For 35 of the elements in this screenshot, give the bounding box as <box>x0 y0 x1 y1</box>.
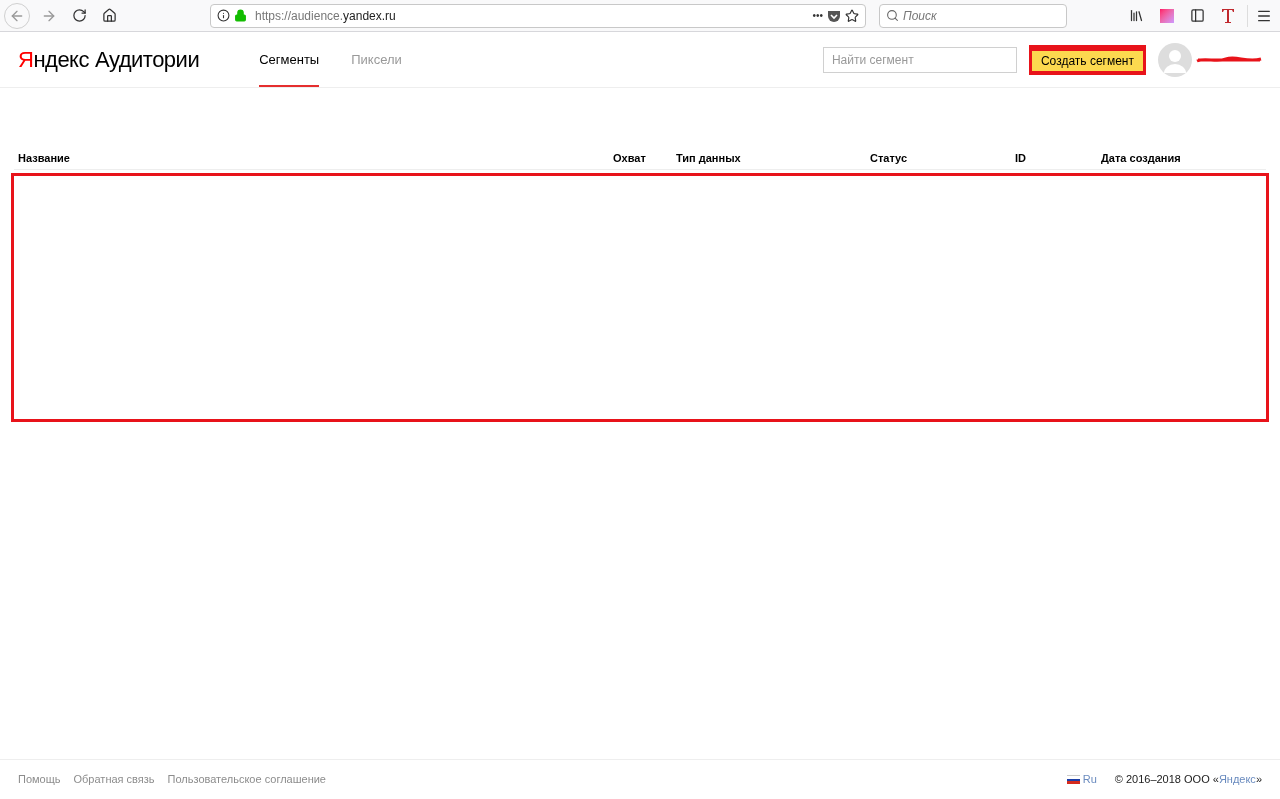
nav-tab[interactable]: Сегменты <box>259 32 320 87</box>
language-link[interactable]: Ru <box>1082 771 1097 788</box>
browser-search-field[interactable]: Поиск <box>879 3 1067 28</box>
address-bar[interactable]: https://audience.yandex.ru ••• <box>210 3 866 28</box>
column-header: ID <box>1015 152 1026 164</box>
search-icon <box>886 9 899 22</box>
column-header: Тип данных <box>676 152 741 164</box>
nav-tab[interactable]: Пиксели <box>351 32 402 87</box>
library-icon[interactable] <box>1129 8 1144 23</box>
sidebar-icon[interactable] <box>1190 8 1205 23</box>
segment-search-field[interactable]: Найти сегмент <box>822 46 1017 73</box>
column-header: Дата создания <box>1101 152 1181 164</box>
url-text: https://audience.yandex.ru <box>255 7 396 25</box>
footer-link[interactable]: Пользовательское соглашение <box>167 771 326 788</box>
extension-icon[interactable] <box>1160 8 1174 23</box>
create-segment-button[interactable]: Создать сегмент <box>1031 50 1143 71</box>
russian-flag-icon <box>1066 775 1080 784</box>
reload-icon <box>71 8 87 23</box>
column-header: Статус <box>870 152 908 164</box>
redaction-scribble <box>1196 54 1262 65</box>
copyright-text: © 2016–2018 ООО «Яндекс» <box>1114 772 1262 788</box>
column-header: Охват <box>613 152 646 164</box>
page-actions-button[interactable]: ••• <box>812 8 823 23</box>
footer-link[interactable]: Обратная связь <box>73 771 155 788</box>
home-icon <box>101 8 117 23</box>
lock-icon <box>234 9 247 22</box>
logo[interactable]: Яндекс Аудитории <box>18 32 200 87</box>
serif-t-icon[interactable] <box>1221 7 1235 24</box>
yandex-link[interactable]: Яндекс <box>1218 773 1256 786</box>
pocket-icon <box>827 8 841 23</box>
bookmark-star-icon[interactable] <box>845 8 859 23</box>
column-header: Название <box>18 152 70 164</box>
info-icon <box>217 9 230 22</box>
search-placeholder: Поиск <box>903 7 937 25</box>
footer-link[interactable]: Помощь <box>18 771 61 788</box>
